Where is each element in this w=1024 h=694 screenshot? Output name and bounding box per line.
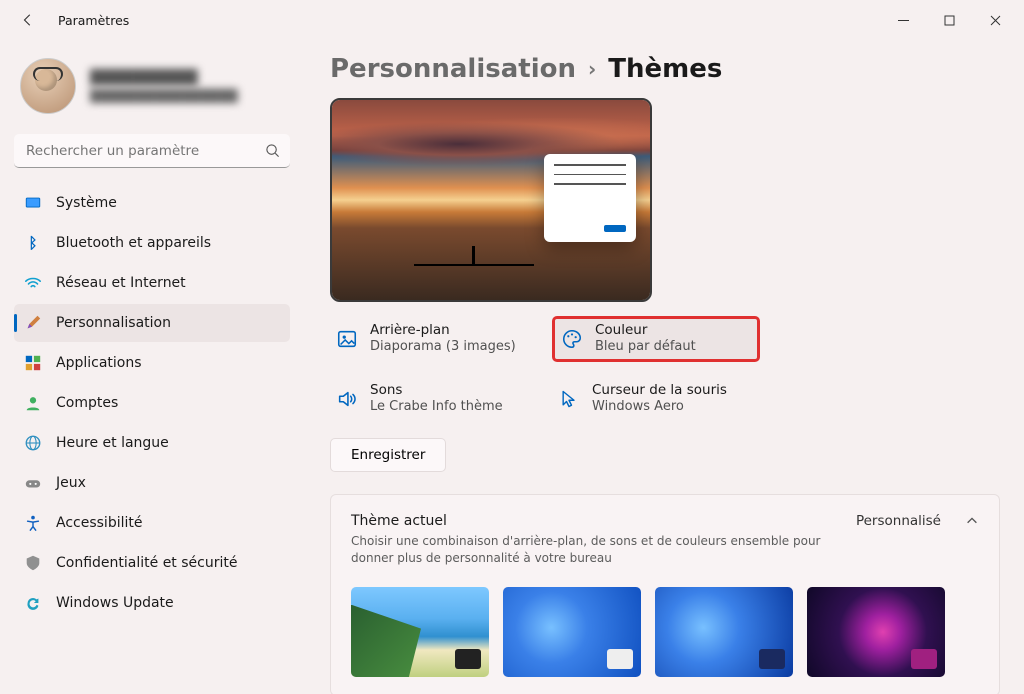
page-title: Thèmes [608,54,722,84]
tile-subtitle: Bleu par défaut [595,339,696,356]
sidebar-item-label: Windows Update [56,595,174,611]
sidebar-item-label: Heure et langue [56,435,169,451]
avatar [20,58,76,114]
back-button[interactable] [16,8,40,32]
person-icon [24,394,42,412]
sidebar-item-label: Applications [56,355,142,371]
app-title: Paramètres [58,13,129,28]
system-icon [24,194,42,212]
search-icon [265,143,280,162]
tile-subtitle: Windows Aero [592,399,727,416]
tile-title: Sons [370,382,503,400]
save-button[interactable]: Enregistrer [330,438,446,472]
theme-thumbnail[interactable] [807,587,945,677]
tile-subtitle: Le Crabe Info thème [370,399,503,416]
tile-title: Couleur [595,322,696,340]
search-box[interactable] [14,134,290,168]
sidebar-item-privacy[interactable]: Confidentialité et sécurité [14,544,290,582]
bluetooth-icon: ᛒ [24,234,42,252]
tile-sounds[interactable]: SonsLe Crabe Info thème [330,376,538,422]
sidebar-item-label: Réseau et Internet [56,275,186,291]
theme-preview [330,98,652,302]
shield-icon [24,554,42,572]
sidebar-item-windows-update[interactable]: Windows Update [14,584,290,622]
update-icon [24,594,42,612]
sidebar-item-apps[interactable]: Applications [14,344,290,382]
globe-icon [24,434,42,452]
sidebar: ██████████ ████████████████ Système ᛒ Bl… [0,40,300,694]
themes-description: Choisir une combinaison d'arrière-plan, … [351,533,838,567]
titlebar: Paramètres [0,0,1024,40]
sidebar-item-personalization[interactable]: Personnalisation [14,304,290,342]
wifi-icon [24,274,42,292]
sidebar-item-system[interactable]: Système [14,184,290,222]
theme-thumbnail[interactable] [351,587,489,677]
sidebar-item-label: Personnalisation [56,315,171,331]
theme-thumbnail[interactable] [503,587,641,677]
content: Personnalisation › Thèmes Arrière-planDi… [300,40,1024,694]
tile-cursor[interactable]: Curseur de la sourisWindows Aero [552,376,760,422]
tile-title: Arrière-plan [370,322,516,340]
gamepad-icon [24,474,42,492]
image-icon [336,328,358,350]
user-name: ██████████ [90,70,238,86]
sidebar-item-accessibility[interactable]: Accessibilité [14,504,290,542]
user-email: ████████████████ [90,89,238,103]
sidebar-item-bluetooth[interactable]: ᛒ Bluetooth et appareils [14,224,290,262]
sidebar-item-network[interactable]: Réseau et Internet [14,264,290,302]
theme-thumbnail[interactable] [655,587,793,677]
sidebar-item-label: Confidentialité et sécurité [56,555,237,571]
tile-title: Curseur de la souris [592,382,727,400]
close-button[interactable] [972,5,1018,35]
tile-subtitle: Diaporama (3 images) [370,339,516,356]
apps-icon [24,354,42,372]
sidebar-item-label: Jeux [56,475,86,491]
sidebar-item-accounts[interactable]: Comptes [14,384,290,422]
sidebar-item-gaming[interactable]: Jeux [14,464,290,502]
tile-background[interactable]: Arrière-planDiaporama (3 images) [330,316,538,362]
breadcrumb: Personnalisation › Thèmes [330,54,1000,84]
search-input[interactable] [14,134,290,168]
minimize-button[interactable] [880,5,926,35]
themes-title: Thème actuel [351,513,838,529]
chevron-up-icon [965,513,979,532]
sidebar-item-label: Système [56,195,117,211]
accessibility-icon [24,514,42,532]
speaker-icon [336,388,358,410]
sidebar-item-label: Comptes [56,395,118,411]
maximize-button[interactable] [926,5,972,35]
user-profile[interactable]: ██████████ ████████████████ [14,48,290,132]
breadcrumb-parent[interactable]: Personnalisation [330,54,576,84]
sidebar-item-label: Bluetooth et appareils [56,235,211,251]
palette-icon [561,328,583,350]
cursor-icon [558,388,580,410]
tile-color[interactable]: CouleurBleu par défaut [552,316,760,362]
chevron-right-icon: › [588,57,596,81]
themes-value: Personnalisé [856,513,941,529]
sidebar-item-label: Accessibilité [56,515,142,531]
current-theme-panel[interactable]: Thème actuel Choisir une combinaison d'a… [330,494,1000,694]
sidebar-item-time-language[interactable]: Heure et langue [14,424,290,462]
brush-icon [24,314,42,332]
